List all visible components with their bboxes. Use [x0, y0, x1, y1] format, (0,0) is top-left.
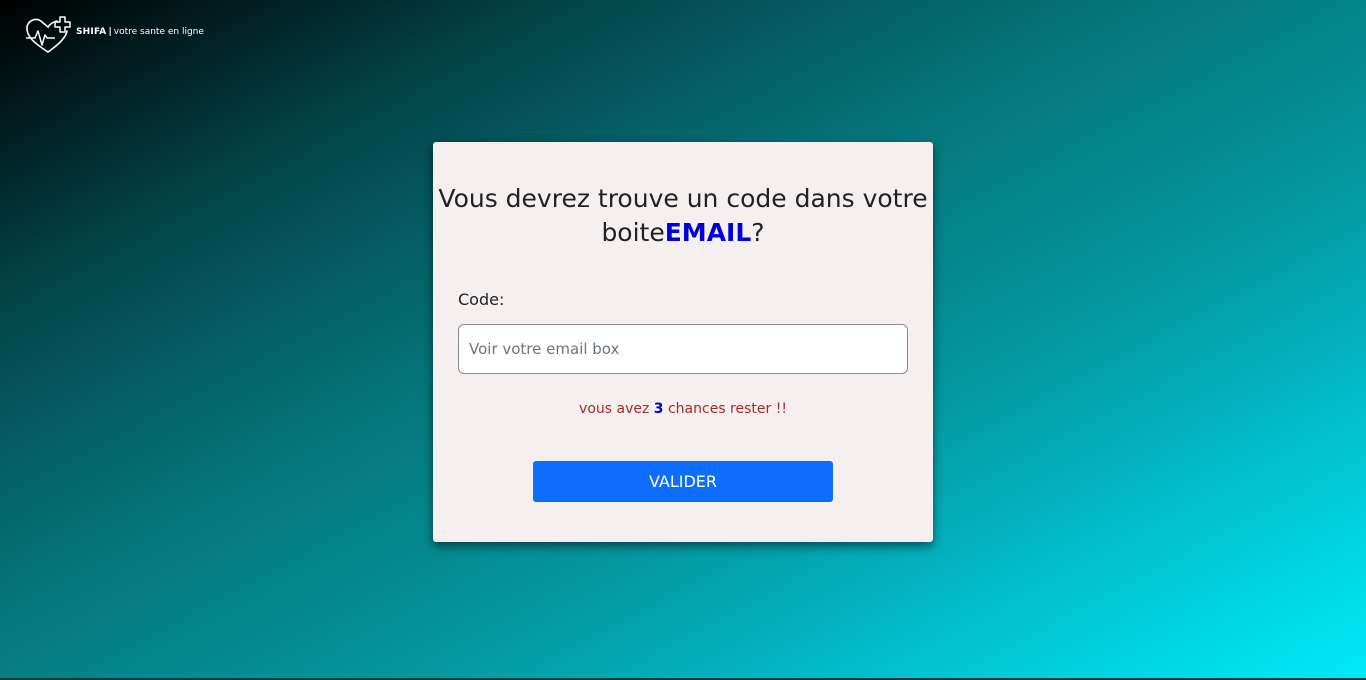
chances-suffix: chances rester !! [663, 401, 787, 417]
brand-tagline: votre sante en ligne [113, 27, 204, 37]
heart-pulse-cross-icon [26, 16, 71, 53]
title-suffix: ? [751, 218, 765, 247]
chances-count: 3 [653, 401, 664, 417]
page-title: Vous devrez trouve un code dans votre bo… [433, 182, 933, 250]
code-input[interactable] [458, 324, 908, 374]
valider-button[interactable]: VALIDER [533, 461, 833, 502]
chances-prefix: vous avez [579, 401, 654, 417]
title-highlight: EMAIL [664, 218, 752, 247]
brand-separator: | [108, 27, 112, 37]
verification-card: Vous devrez trouve un code dans votre bo… [433, 142, 933, 542]
chances-remaining-message: vous avez 3 chances rester !! [433, 401, 933, 417]
brand-text: SHIFA | votre sante en ligne [76, 27, 204, 37]
site-logo[interactable]: SHIFA | votre sante en ligne [24, 14, 204, 56]
code-label: Code: [458, 290, 505, 309]
brand-name: SHIFA [76, 27, 107, 37]
